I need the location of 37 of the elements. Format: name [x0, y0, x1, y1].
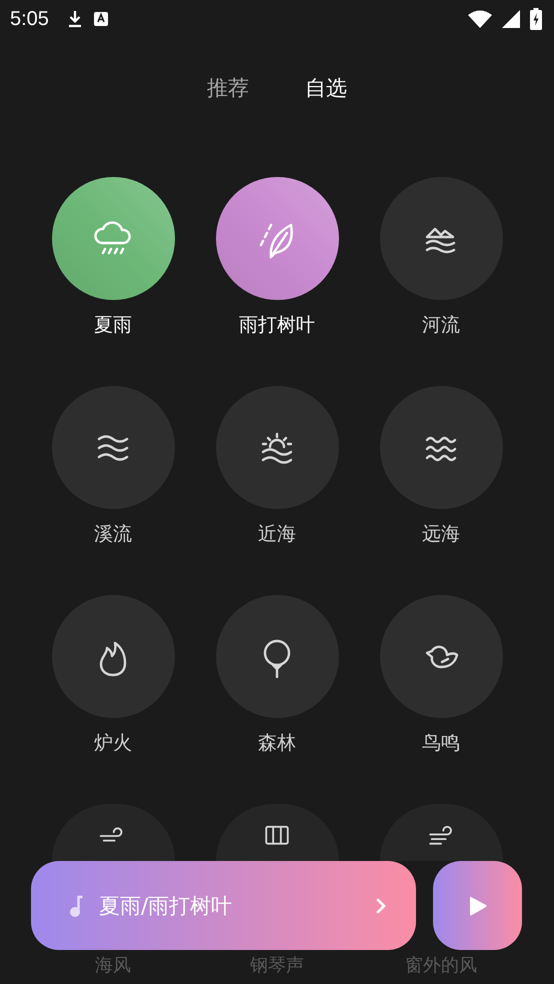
sun-waves-icon	[262, 432, 292, 464]
rain-cloud-icon	[94, 220, 131, 254]
mountain-waves-icon	[426, 227, 456, 253]
chevron-right-icon	[376, 898, 386, 914]
wind-lines-icon	[429, 826, 452, 845]
sound-label: 炉火	[94, 731, 132, 756]
tab[interactable]: 推荐	[205, 72, 251, 104]
signal-icon	[502, 10, 520, 28]
piano-keys-icon	[265, 826, 289, 845]
sound-label: 森林	[258, 731, 296, 756]
waves-icon	[98, 434, 128, 460]
sound-label: 鸟鸣	[422, 731, 460, 756]
sound-label: 近海	[258, 522, 296, 547]
sound-label: 溪流	[94, 522, 132, 547]
status-time: 5:05	[10, 8, 49, 30]
tab[interactable]: 自选	[303, 72, 349, 104]
sound-label: 远海	[422, 522, 460, 547]
sea-waves-icon	[426, 436, 456, 461]
sound-label: 海风	[95, 954, 131, 977]
download-icon	[66, 10, 83, 28]
sound-label: 窗外的风	[405, 954, 477, 977]
keyboard-app-icon	[92, 11, 109, 27]
wifi-icon	[468, 10, 492, 28]
sound-label: 夏雨	[94, 313, 132, 338]
play-button[interactable]	[433, 861, 522, 950]
wind-icon	[100, 827, 122, 842]
bird-icon	[426, 645, 458, 668]
battery-charging-icon	[530, 8, 542, 30]
music-note-icon	[69, 894, 83, 916]
tree-icon	[264, 639, 290, 678]
sound-label: 钢琴声	[250, 954, 304, 977]
leaf-rain-icon	[260, 223, 293, 258]
sound-label: 雨打树叶	[239, 313, 315, 338]
play-icon	[468, 894, 488, 916]
now-playing-title: 夏雨/雨打树叶	[99, 892, 232, 920]
flame-icon	[100, 641, 126, 676]
sound-label: 河流	[422, 313, 460, 338]
